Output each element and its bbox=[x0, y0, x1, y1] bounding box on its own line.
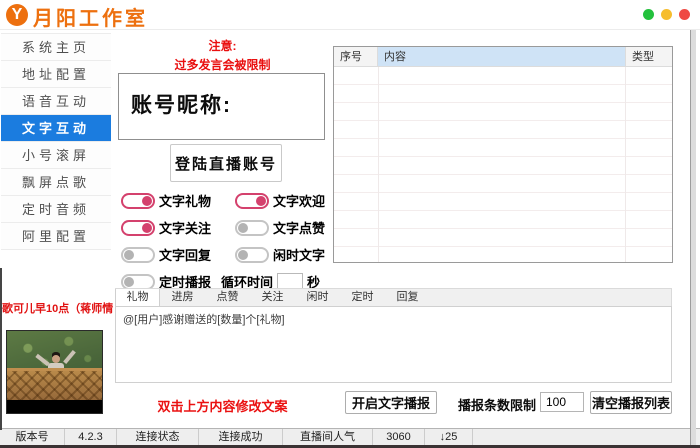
sidebar-item-system-home[interactable]: 系统主页 bbox=[1, 34, 111, 61]
sidebar-item-text-interaction[interactable]: 文字互动 bbox=[1, 115, 111, 142]
toggle-text-gift[interactable] bbox=[121, 193, 155, 209]
sidebar-item-ali-config[interactable]: 阿里配置 bbox=[1, 223, 111, 250]
sidebar-item-timed-audio[interactable]: 定时音频 bbox=[1, 196, 111, 223]
window-titlebar: Y 月阳工作室 bbox=[0, 0, 700, 30]
right-scrollbar-strip[interactable] bbox=[690, 30, 696, 445]
start-text-broadcast-button[interactable]: 开启文字播报 bbox=[345, 391, 437, 414]
status-bar: 版本号 4.2.3 连接状态 连接成功 直播间人气 3060 ↓25 bbox=[0, 428, 700, 445]
toggle-text-follow[interactable] bbox=[121, 220, 155, 236]
toggle-text-like[interactable] bbox=[235, 220, 269, 236]
app-window: Y 月阳工作室 系统主页 地址配置 语音互动 文字互动 小号滚屏 飘屏点歌 定时… bbox=[0, 0, 700, 448]
tab-follow[interactable]: 关注 bbox=[250, 289, 295, 306]
table-column-divider bbox=[625, 67, 626, 262]
video-thumbnail[interactable] bbox=[6, 330, 103, 414]
close-traffic-light[interactable] bbox=[679, 9, 690, 20]
toggle-text-welcome[interactable] bbox=[235, 193, 269, 209]
minimize-traffic-light[interactable] bbox=[643, 9, 654, 20]
video-photo bbox=[7, 331, 102, 400]
sidebar-menu: 系统主页 地址配置 语音互动 文字互动 小号滚屏 飘屏点歌 定时音频 阿里配置 bbox=[1, 33, 111, 250]
toggle-text-follow-label: 文字关注 bbox=[159, 218, 211, 237]
nickname-label: 账号昵称: bbox=[131, 89, 324, 119]
table-header-index[interactable]: 序号 bbox=[334, 47, 378, 66]
broadcast-limit-input[interactable] bbox=[540, 392, 584, 412]
table-header-content[interactable]: 内容 bbox=[378, 47, 626, 66]
tab-like[interactable]: 点赞 bbox=[205, 289, 250, 306]
toggle-grid: 文字礼物 文字欢迎 文字关注 文字点赞 文字回复 闲时文字 定时播报 循环时间 bbox=[121, 187, 333, 295]
sidebar-item-address-config[interactable]: 地址配置 bbox=[1, 61, 111, 88]
person-arm-right bbox=[63, 350, 76, 364]
table-column-divider bbox=[378, 67, 379, 262]
toggle-text-reply-label: 文字回复 bbox=[159, 245, 211, 264]
sidebar-item-float-song[interactable]: 飘屏点歌 bbox=[1, 169, 111, 196]
statusbar-spacer bbox=[473, 429, 700, 445]
person-head bbox=[52, 355, 60, 363]
video-letterbox-bar bbox=[7, 400, 102, 413]
connection-label: 连接状态 bbox=[117, 429, 199, 445]
toggle-text-like-label: 文字点赞 bbox=[273, 218, 325, 237]
left-edge-strip bbox=[0, 268, 2, 430]
toggle-text-gift-label: 文字礼物 bbox=[159, 191, 211, 210]
tab-reply[interactable]: 回复 bbox=[385, 289, 430, 306]
tab-gift[interactable]: 礼物 bbox=[115, 289, 160, 306]
table-body-empty bbox=[334, 67, 672, 262]
toggle-text-reply[interactable] bbox=[121, 247, 155, 263]
notice-warning: 过多发言会被限制 bbox=[115, 56, 330, 73]
tab-enter-room[interactable]: 进房 bbox=[160, 289, 205, 306]
popularity-value: 3060 bbox=[373, 429, 425, 445]
toggle-text-welcome-label: 文字欢迎 bbox=[273, 191, 325, 210]
edit-hint: 双击上方内容修改文案 bbox=[115, 396, 330, 415]
tab-idle[interactable]: 闲时 bbox=[295, 289, 340, 306]
table-header-type[interactable]: 类型 bbox=[626, 47, 672, 66]
popularity-delta: ↓25 bbox=[425, 429, 473, 445]
broadcast-limit-label: 播报条数限制 bbox=[458, 395, 536, 414]
sidebar-item-voice-interaction[interactable]: 语音互动 bbox=[1, 88, 111, 115]
table-header-row: 序号 内容 类型 bbox=[334, 47, 672, 67]
nickname-box: 账号昵称: bbox=[118, 73, 325, 140]
maximize-traffic-light[interactable] bbox=[661, 9, 672, 20]
tab-timed[interactable]: 定时 bbox=[340, 289, 385, 306]
popularity-label: 直播间人气 bbox=[283, 429, 373, 445]
app-logo-icon: Y bbox=[6, 4, 28, 26]
fence-lattice bbox=[7, 368, 102, 400]
template-editor[interactable]: @[用户]感谢赠送的[数量]个[礼物] bbox=[115, 306, 672, 383]
notice-title: 注意: bbox=[115, 37, 330, 54]
connection-status: 连接成功 bbox=[199, 429, 283, 445]
sidebar-item-alt-scroll[interactable]: 小号滚屏 bbox=[1, 142, 111, 169]
login-live-account-button[interactable]: 登陆直播账号 bbox=[170, 144, 282, 182]
template-tabs: 礼物 进房 点赞 关注 闲时 定时 回复 bbox=[115, 288, 672, 306]
toggle-idle-text-label: 闲时文字 bbox=[273, 245, 325, 264]
broadcast-queue-table[interactable]: 序号 内容 类型 bbox=[333, 46, 673, 263]
version-value: 4.2.3 bbox=[65, 429, 117, 445]
toggle-idle-text[interactable] bbox=[235, 247, 269, 263]
clear-broadcast-list-button[interactable]: 清空播报列表 bbox=[590, 391, 672, 414]
app-title: 月阳工作室 bbox=[33, 2, 148, 31]
promo-text: 歌可儿早10点（蒋师情感小 bbox=[2, 300, 113, 316]
version-label: 版本号 bbox=[0, 429, 65, 445]
